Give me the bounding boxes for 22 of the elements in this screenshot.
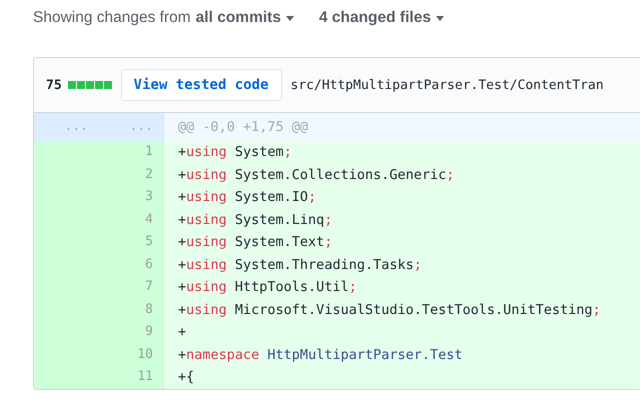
hunk-header: @@ -0,0 +1,75 @@	[163, 113, 640, 141]
line-number-cell: 3	[98, 186, 163, 208]
additions-count: 75	[46, 78, 62, 92]
line-number-cell: ...	[34, 113, 98, 141]
caret-icon	[286, 16, 294, 20]
line-number-cell: 4	[98, 208, 163, 231]
caret-icon	[436, 16, 444, 20]
line-number-cell: 2	[98, 164, 163, 186]
line-number-cell: 1	[98, 141, 163, 164]
commits-dropdown[interactable]: all commits	[196, 9, 294, 27]
view-code-button[interactable]: View tested code	[120, 69, 282, 101]
line-number-cell: 5	[98, 231, 163, 254]
changes-label: Showing changes from	[33, 9, 191, 27]
line-number-cell: 6	[98, 254, 163, 276]
line-number-cell: ...	[98, 113, 163, 141]
changed-files-dropdown[interactable]: 4 changed files	[318, 9, 444, 27]
line-number-cell: 9	[98, 321, 163, 344]
file-path: src/HttpMultipartParser.Test/ContentTran	[290, 78, 604, 92]
line-number-cell: 7	[98, 276, 163, 298]
line-number-cell: 10	[98, 344, 163, 366]
line-number-cell: 8	[98, 298, 163, 321]
line-number-cell: 11	[98, 366, 163, 388]
